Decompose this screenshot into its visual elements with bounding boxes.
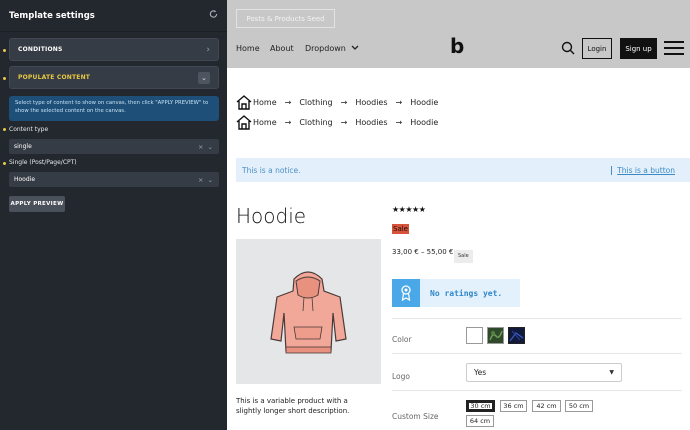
home-icon [236, 114, 252, 130]
divider [392, 390, 682, 391]
search-icon[interactable] [561, 41, 575, 55]
seed-button[interactable]: Posts & Products Seed [236, 9, 335, 28]
clear-chevron-icon[interactable]: × ⌄ [198, 176, 214, 184]
chevron-down-icon [351, 45, 359, 50]
arrow-right-icon: → [284, 117, 292, 127]
color-swatch-white[interactable] [466, 327, 483, 344]
conditions-section[interactable]: CONDITIONS › [9, 38, 219, 61]
breadcrumb-home[interactable]: Home [253, 118, 277, 127]
size-option-50[interactable]: 50 cm [565, 400, 593, 412]
divider [392, 318, 682, 319]
single-select[interactable]: Hoodie × ⌄ [9, 172, 219, 187]
nav-dropdown-label: Dropdown [305, 44, 346, 53]
conditions-indicator [3, 49, 6, 52]
populate-content-section[interactable]: POPULATE CONTENT ⌄ [9, 66, 219, 89]
template-settings-panel: Template settings CONDITIONS › POPULATE … [0, 0, 227, 430]
populate-content-label: POPULATE CONTENT [18, 74, 91, 81]
rating-stars: ★★★★★ [392, 205, 426, 214]
breadcrumb-hoodies[interactable]: Hoodies [355, 118, 387, 127]
content-type-value: single [14, 143, 32, 150]
size-option-36[interactable]: 36 cm [500, 400, 527, 412]
no-ratings-text: No ratings yet. [430, 288, 503, 298]
site-logo[interactable]: b [450, 34, 464, 58]
breadcrumb-hoodies[interactable]: Hoodies [355, 98, 387, 107]
arrow-right-icon: → [340, 97, 348, 107]
chevron-right-icon: › [206, 44, 210, 55]
notice-bar: This is a notice. This is a button [236, 158, 690, 182]
hoodie-image [270, 271, 347, 354]
product-title: Hoodie [236, 204, 307, 228]
arrow-right-icon: → [284, 97, 292, 107]
divider [392, 353, 682, 354]
arrow-right-icon: → [395, 117, 403, 127]
signup-button[interactable]: Sign up [620, 38, 657, 59]
panel-title: Template settings [9, 10, 95, 21]
menu-icon[interactable] [664, 41, 684, 55]
arrow-right-icon: → [340, 117, 348, 127]
login-button[interactable]: Login [582, 38, 612, 59]
single-value: Hoodie [14, 176, 36, 183]
short-description: This is a variable product with a slight… [236, 397, 350, 415]
populate-indicator [3, 77, 6, 80]
conditions-label: CONDITIONS [18, 46, 63, 53]
nav-home[interactable]: Home [236, 44, 260, 53]
logo-select-value: Yes [474, 368, 487, 377]
content-type-select[interactable]: single × ⌄ [9, 139, 219, 154]
panel-header: Template settings [0, 0, 227, 32]
breadcrumb: Home → Clothing → Hoodies → Hoodie [236, 94, 438, 110]
logo-select[interactable]: Yes ▼ [466, 363, 622, 382]
clear-chevron-icon[interactable]: × ⌄ [198, 143, 214, 151]
single-label: Single (Post/Page/CPT) [9, 159, 77, 166]
size-label: Custom Size [392, 412, 439, 421]
size-option-64[interactable]: 64 cm [466, 415, 494, 427]
size-option-30[interactable]: 30 cm [465, 399, 496, 413]
product-image[interactable] [236, 239, 381, 384]
refresh-icon[interactable] [209, 9, 218, 22]
site-header: Posts & Products Seed Home About Dropdow… [227, 0, 690, 68]
breadcrumb-current: Hoodie [410, 117, 439, 127]
canvas: Posts & Products Seed Home About Dropdow… [227, 0, 690, 430]
sale-badge: Sale [454, 250, 473, 263]
breadcrumb-current: Hoodie [410, 97, 439, 107]
populate-info: Select type of content to show on canvas… [9, 96, 219, 121]
nav-about[interactable]: About [270, 44, 294, 53]
single-indicator [3, 162, 6, 165]
notice-button[interactable]: This is a button [611, 165, 675, 175]
arrow-right-icon: → [395, 97, 403, 107]
breadcrumb-clothing[interactable]: Clothing [299, 118, 332, 127]
content-type-indicator [3, 128, 6, 131]
notice-text: This is a notice. [242, 165, 301, 175]
breadcrumb-clothing[interactable]: Clothing [299, 98, 332, 107]
color-swatch-green[interactable] [487, 327, 504, 344]
caret-down-icon: ▼ [609, 369, 614, 376]
sale-highlight: Sale [392, 224, 409, 234]
nav-dropdown[interactable]: Dropdown [305, 44, 359, 53]
product-price: 33,00 € – 55,00 € [392, 248, 454, 256]
color-swatch-navy[interactable] [508, 327, 525, 344]
breadcrumb: Home → Clothing → Hoodies → Hoodie [236, 114, 438, 130]
award-icon [392, 279, 420, 307]
breadcrumb-home[interactable]: Home [253, 98, 277, 107]
apply-preview-button[interactable]: APPLY PREVIEW [9, 196, 65, 212]
logo-label: Logo [392, 372, 410, 381]
no-ratings-box: No ratings yet. [392, 279, 520, 307]
home-icon [236, 94, 252, 110]
color-label: Color [392, 335, 412, 344]
content-type-label: Content type [9, 126, 49, 133]
chevron-down-icon[interactable]: ⌄ [198, 71, 210, 84]
size-option-42[interactable]: 42 cm [532, 400, 561, 412]
